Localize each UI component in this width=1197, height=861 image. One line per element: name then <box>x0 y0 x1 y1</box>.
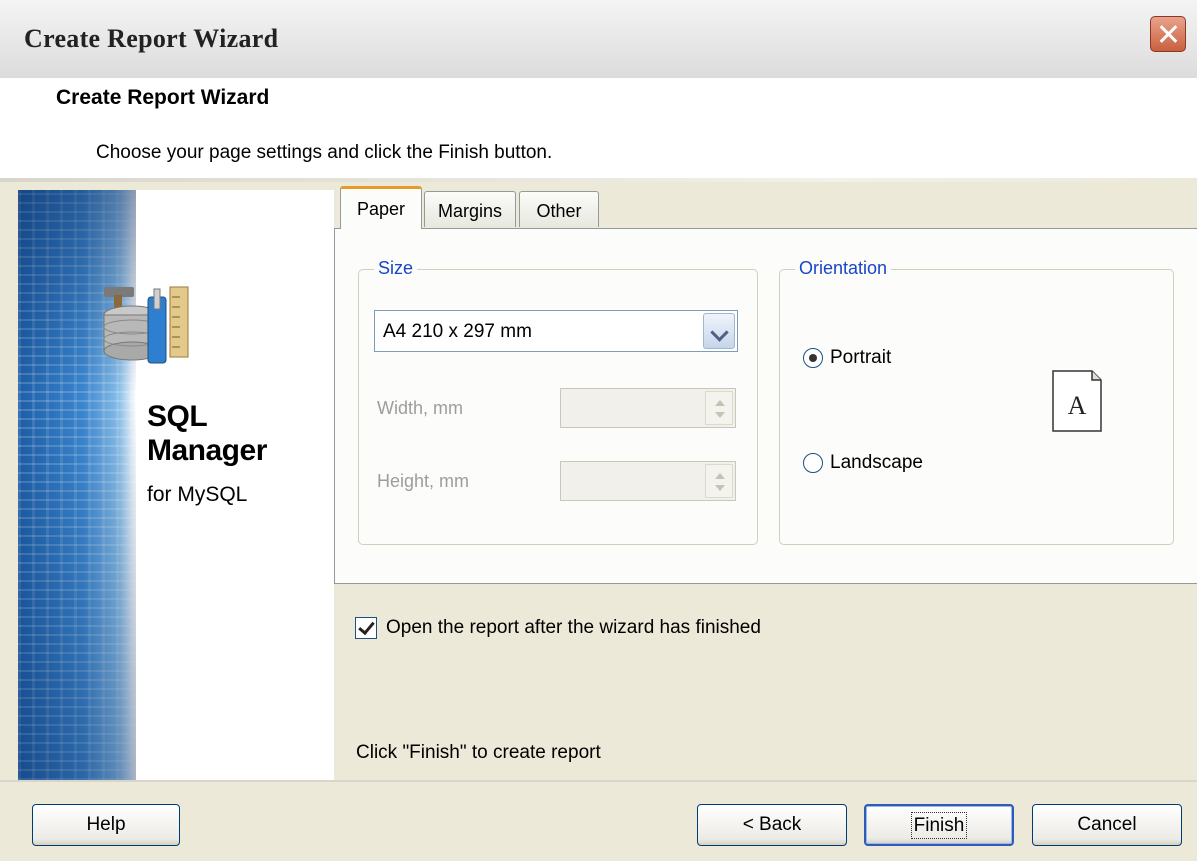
spin-down-icon[interactable] <box>715 485 725 491</box>
tab-other[interactable]: Other <box>519 191 599 227</box>
page-icon-letter: A <box>1068 391 1087 420</box>
landscape-label[interactable]: Landscape <box>830 452 923 474</box>
title-bar: Create Report Wizard <box>0 0 1197 79</box>
wizard-window: Create Report Wizard Create Report Wizar… <box>0 0 1197 861</box>
paper-size-select[interactable]: A4 210 x 297 mm <box>374 310 738 352</box>
back-button[interactable]: < Back <box>697 804 847 846</box>
back-button-label: < Back <box>742 814 802 835</box>
spin-up-icon[interactable] <box>715 400 725 406</box>
portrait-radio[interactable] <box>803 348 823 368</box>
window-title: Create Report Wizard <box>24 24 279 53</box>
open-report-label[interactable]: Open the report after the wizard has fin… <box>386 617 761 639</box>
paper-size-value: A4 210 x 297 mm <box>383 321 532 342</box>
cancel-button-label: Cancel <box>1077 814 1137 835</box>
footer-divider <box>0 780 1197 782</box>
portrait-label[interactable]: Portrait <box>830 347 891 369</box>
chevron-down-icon[interactable] <box>703 313 735 349</box>
portrait-page-icon: A <box>1052 370 1102 432</box>
tab-paper[interactable]: Paper <box>340 186 422 229</box>
size-group-label: Size <box>374 258 418 279</box>
width-label: Width, mm <box>377 398 464 418</box>
header-divider <box>0 178 1197 182</box>
database-tools-icon <box>103 286 189 364</box>
width-spinner[interactable] <box>560 388 736 428</box>
orientation-group <box>779 269 1174 545</box>
brand-name-line3: for MySQL <box>147 483 248 506</box>
header-title: Create Report Wizard <box>56 86 270 109</box>
finish-button[interactable]: Finish <box>864 804 1014 846</box>
close-icon[interactable] <box>1150 16 1186 52</box>
cancel-button[interactable]: Cancel <box>1032 804 1182 846</box>
spin-down-icon[interactable] <box>715 412 725 418</box>
help-button-label: Help <box>86 814 126 835</box>
brand-name-line2: Manager <box>147 434 267 467</box>
finish-hint: Click "Finish" to create report <box>356 742 601 763</box>
spin-up-icon[interactable] <box>715 473 725 479</box>
header-subtitle: Choose your page settings and click the … <box>96 142 553 163</box>
tab-margins[interactable]: Margins <box>424 191 516 227</box>
landscape-radio[interactable] <box>803 453 823 473</box>
height-spinner[interactable] <box>560 461 736 501</box>
sidebar-banner: SQL Manager for MySQL <box>18 190 334 780</box>
orientation-group-label: Orientation <box>795 258 892 279</box>
help-button[interactable]: Help <box>32 804 180 846</box>
height-spin-buttons[interactable] <box>705 464 733 498</box>
finish-button-label: Finish <box>910 812 968 839</box>
open-report-checkbox[interactable] <box>355 617 377 639</box>
height-label: Height, mm <box>377 471 470 491</box>
brand-name-line1: SQL <box>147 400 208 433</box>
width-spin-buttons[interactable] <box>705 391 733 425</box>
